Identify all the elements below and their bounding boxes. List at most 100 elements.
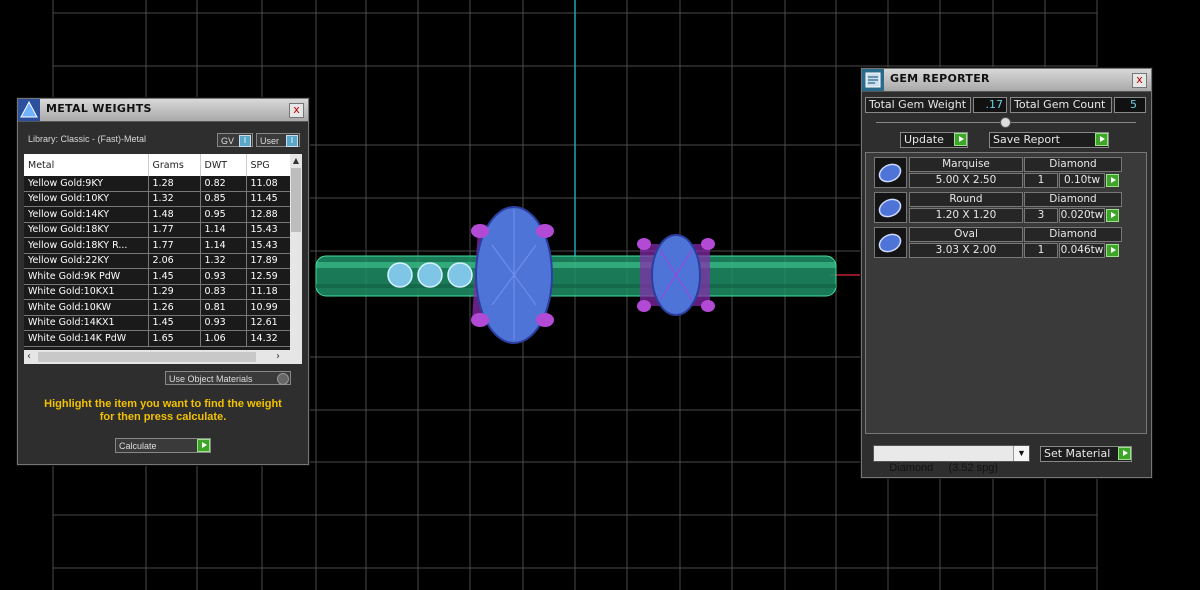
chevron-down-icon[interactable]: ▼	[1013, 446, 1029, 461]
table-cell: 0.83	[200, 284, 247, 300]
table-cell: Yellow Gold:18KY R...	[24, 237, 149, 254]
metal-weights-panel: METAL WEIGHTS x Library: Classic - (Fast…	[17, 98, 309, 465]
gem-material: Diamond	[1024, 157, 1122, 172]
save-report-button[interactable]: Save Report	[989, 132, 1109, 148]
side-stones	[387, 262, 473, 288]
table-row[interactable]: White Gold:9K PdW 1.45 0.93 12.59	[24, 268, 291, 285]
table-cell: 1.32	[200, 253, 247, 269]
gem-size: 3.03 X 2.00	[909, 243, 1023, 258]
scroll-right-icon[interactable]: ›	[276, 350, 280, 364]
table-cell: 0.93	[200, 315, 247, 331]
gv-toggle-icon: I	[239, 135, 251, 147]
gem-detail-arrow-icon[interactable]	[1106, 209, 1119, 222]
table-cell: 1.65	[148, 330, 201, 347]
table-cell: 11.18	[246, 284, 291, 300]
gem-reporter-panel: GEM REPORTER x Total Gem Weight .17 Tota…	[861, 68, 1152, 478]
table-cell: 1.14	[200, 237, 247, 254]
scroll-left-icon[interactable]: ‹	[27, 350, 31, 364]
metal-table: Metal Grams DWT SPG Yellow Gold:9KY 1.28 0.82…	[24, 154, 291, 347]
gem-cut: Round	[909, 192, 1023, 207]
table-row[interactable]: Yellow Gold:22KY 2.06 1.32 17.89	[24, 253, 291, 269]
column-header[interactable]: Metal	[24, 154, 149, 176]
ring-model[interactable]	[315, 206, 837, 344]
column-header[interactable]: Grams	[148, 154, 201, 176]
use-object-materials-toggle[interactable]: Use Object Materials	[165, 371, 291, 385]
table-cell: 14.32	[246, 330, 291, 347]
gem-cut: Marquise	[909, 157, 1023, 172]
table-row[interactable]: Yellow Gold:18KY 1.77 1.14 15.43	[24, 222, 291, 238]
table-cell: 17.89	[246, 253, 291, 269]
table-row[interactable]: White Gold:14KX1 1.45 0.93 12.61	[24, 315, 291, 331]
table-cell: 11.08	[246, 176, 291, 192]
gem-count: 3	[1024, 208, 1058, 223]
table-cell: 12.61	[246, 315, 291, 331]
table-cell: 1.14	[200, 222, 247, 238]
column-header[interactable]: SPG	[246, 154, 291, 176]
table-cell: White Gold:14KX1	[24, 315, 149, 331]
use-object-materials-label: Use Object Materials	[169, 374, 253, 384]
scroll-up-icon[interactable]: ▲	[290, 154, 302, 168]
material-select-value: Diamond (3.52 spg)	[889, 462, 999, 474]
gem-list: Marquise Diamond 5.00 X 2.50 1 0.10tw Round Di…	[865, 152, 1147, 434]
calculate-label: Calculate	[119, 441, 157, 451]
total-gem-weight-label: Total Gem Weight	[865, 97, 971, 113]
table-cell: 15.43	[246, 237, 291, 254]
update-button[interactable]: Update	[900, 132, 968, 148]
gem-size: 1.20 X 1.20	[909, 208, 1023, 223]
table-cell: 1.77	[148, 237, 201, 254]
gem-row[interactable]: Marquise Diamond 5.00 X 2.50 1 0.10tw	[874, 157, 1152, 188]
hscroll-thumb[interactable]	[38, 352, 256, 362]
table-cell: 15.43	[246, 222, 291, 238]
gem-row[interactable]: Oval Diamond 3.03 X 2.00 1 0.046tw	[874, 227, 1152, 258]
gem-material: Diamond	[1024, 192, 1122, 207]
metal-weights-titlebar[interactable]: METAL WEIGHTS x	[18, 99, 308, 122]
table-row[interactable]: Yellow Gold:10KY 1.32 0.85 11.45	[24, 191, 291, 207]
save-report-arrow-icon	[1095, 133, 1108, 146]
table-cell: Yellow Gold:14KY	[24, 206, 149, 223]
update-arrow-icon	[954, 133, 967, 146]
calculate-hint: Highlight the item you want to find the …	[44, 398, 282, 423]
table-row[interactable]: Yellow Gold:14KY 1.48 0.95 12.88	[24, 206, 291, 223]
table-row[interactable]: White Gold:10KX1 1.29 0.83 11.18	[24, 284, 291, 300]
metal-table-container[interactable]: Metal Grams DWT SPG Yellow Gold:9KY 1.28 0.82…	[24, 154, 302, 364]
table-row[interactable]: White Gold:14K PdW 1.65 1.06 14.32	[24, 330, 291, 347]
gem-weight: 0.046tw	[1059, 243, 1105, 258]
metal-table-vscroll[interactable]: ▲	[290, 154, 302, 350]
table-cell: White Gold:9K PdW	[24, 268, 149, 285]
table-cell: Yellow Gold:9KY	[24, 176, 149, 192]
table-cell: Yellow Gold:10KY	[24, 191, 149, 207]
panel-slider[interactable]	[876, 117, 1136, 128]
table-row[interactable]: Yellow Gold:9KY 1.28 0.82 11.08	[24, 176, 291, 192]
gem-thumbnail-icon	[874, 227, 907, 258]
material-select[interactable]: Diamond (3.52 spg) ▼	[873, 445, 1030, 474]
calculate-arrow-icon	[197, 439, 210, 452]
gem-detail-arrow-icon[interactable]	[1106, 174, 1119, 187]
gv-label: GV	[221, 136, 235, 146]
table-cell: 1.45	[148, 268, 201, 285]
calculate-button[interactable]: Calculate	[115, 438, 211, 453]
gem-reporter-close-button[interactable]: x	[1132, 73, 1147, 88]
gem-detail-arrow-icon[interactable]	[1106, 244, 1119, 257]
column-header[interactable]: DWT	[200, 154, 247, 176]
table-cell: 0.95	[200, 206, 247, 223]
table-row[interactable]: Yellow Gold:18KY R... 1.77 1.14 15.43	[24, 237, 291, 254]
gem-size: 5.00 X 2.50	[909, 173, 1023, 188]
user-toggle[interactable]: User I	[256, 133, 300, 147]
gem-weight: 0.10tw	[1059, 173, 1105, 188]
gem-reporter-title: GEM REPORTER	[890, 72, 990, 85]
gem-reporter-titlebar[interactable]: GEM REPORTER x	[862, 69, 1151, 92]
table-cell: 2.06	[148, 253, 201, 269]
gv-toggle[interactable]: GV I	[217, 133, 253, 147]
metal-weights-close-button[interactable]: x	[289, 103, 304, 118]
vscroll-thumb[interactable]	[291, 168, 301, 232]
gem-cut: Oval	[909, 227, 1023, 242]
table-cell: Yellow Gold:18KY	[24, 222, 149, 238]
table-cell: 10.99	[246, 299, 291, 316]
gem-row[interactable]: Round Diamond 1.20 X 1.20 3 0.020tw	[874, 192, 1152, 223]
metal-table-hscroll[interactable]: ‹ ›	[24, 350, 302, 364]
table-row[interactable]: White Gold:10KW 1.26 0.81 10.99	[24, 299, 291, 316]
table-cell: 1.06	[200, 330, 247, 347]
slider-knob[interactable]	[1000, 117, 1011, 128]
set-material-button[interactable]: Set Material	[1040, 446, 1132, 462]
total-gem-count-label: Total Gem Count	[1010, 97, 1112, 113]
